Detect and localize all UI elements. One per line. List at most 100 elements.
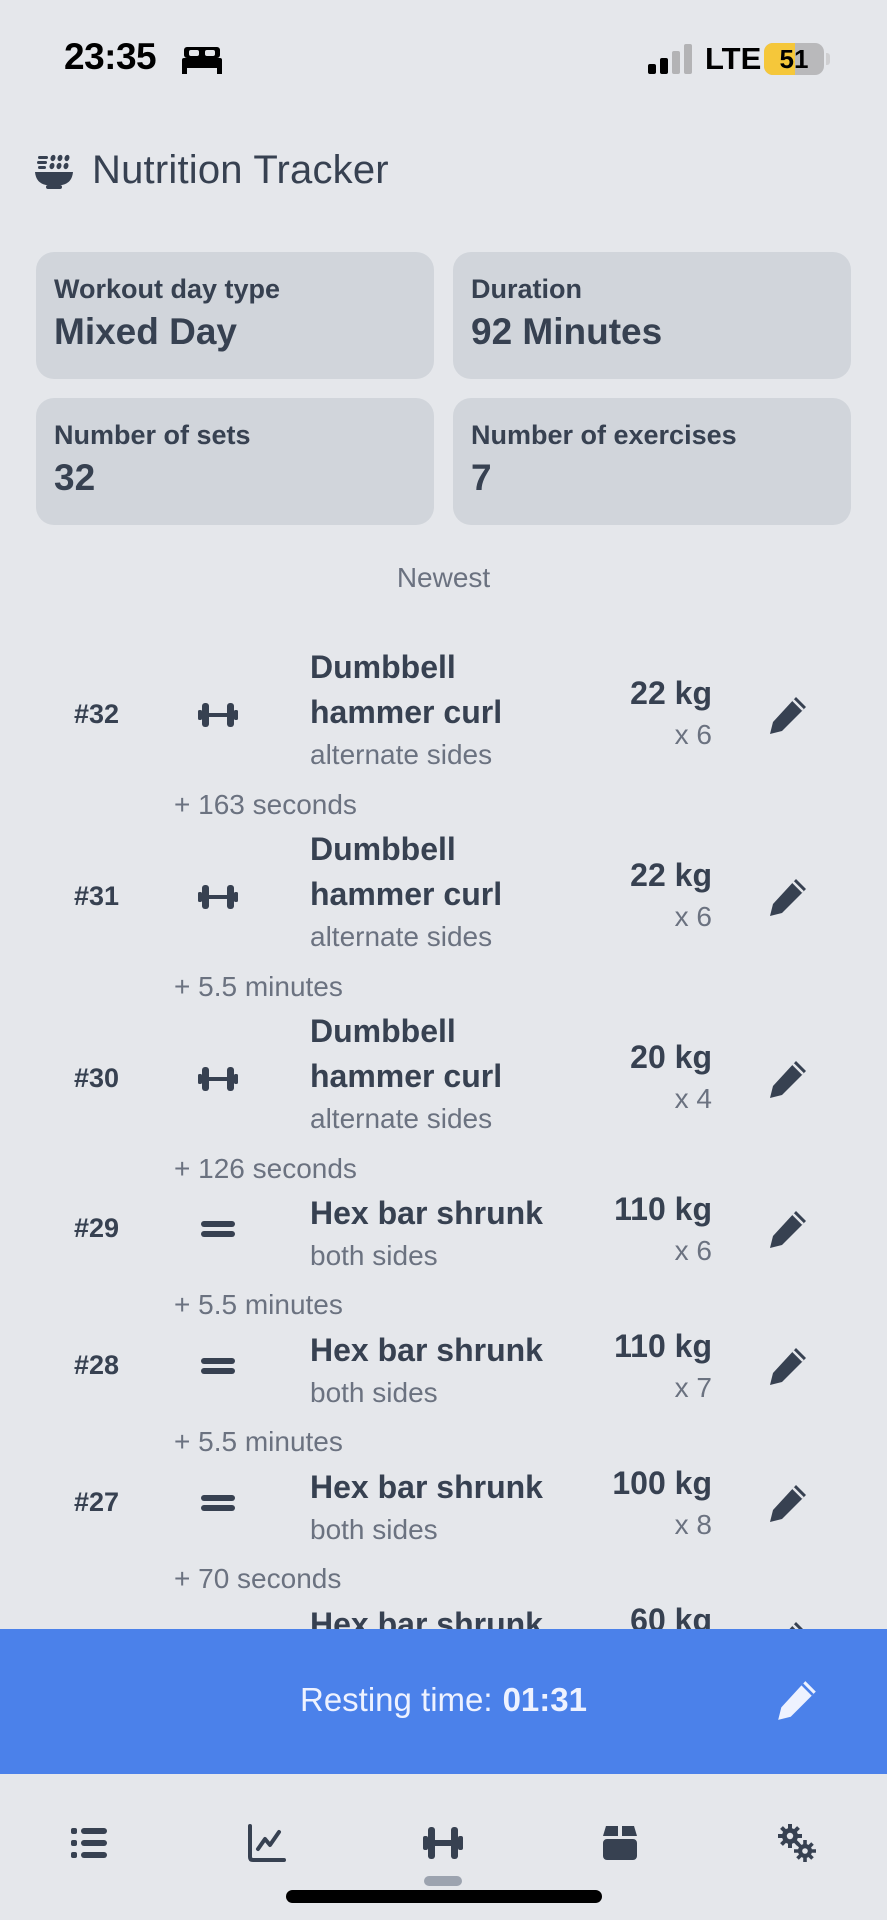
set-number: #30 [74, 1063, 120, 1093]
resting-time-value: 01:31 [502, 1681, 587, 1718]
exercise-name: Hex bar shrunkboth sides [310, 1602, 580, 1630]
set-weight: 100 kg [612, 1465, 712, 1501]
exercise-side: both sides [310, 1377, 438, 1408]
list-icon [71, 1828, 107, 1858]
set-reps: x 7 [674, 1372, 712, 1403]
pencil-icon[interactable] [766, 1481, 810, 1525]
set-row[interactable]: #27 Hex bar shrunk both sides 100 kg x 8 + 70… [0, 1465, 887, 1602]
pencil-icon[interactable] [766, 875, 810, 919]
set-row[interactable]: #26Hex bar shrunkboth sides60 kg [0, 1602, 887, 1630]
exercise-name: Hex bar shrunk both sides [310, 1465, 580, 1550]
set-weight: 20 kg [630, 1039, 712, 1075]
bowl-food-icon [35, 154, 73, 189]
stat-card-duration: Duration 92 Minutes [453, 252, 851, 379]
exercise-side: alternate sides [310, 921, 493, 952]
battery-tip [826, 53, 830, 65]
equals-bar-icon [201, 1358, 235, 1374]
set-weight: 60 kg [630, 1602, 712, 1630]
stat-card-day-type: Workout day type Mixed Day [36, 252, 434, 379]
set-reps: x 4 [674, 1083, 712, 1114]
exercise-title: Dumbbell hammer curl [310, 1013, 503, 1094]
exercise-side: alternate sides [310, 1103, 493, 1134]
pencil-icon[interactable] [766, 1057, 810, 1101]
sort-order-toggle[interactable]: Newest [0, 562, 887, 594]
stat-card-exercises: Number of exercises 7 [453, 398, 851, 525]
app-title: Nutrition Tracker [92, 147, 389, 192]
status-bar: 23:35 LTE 51 [0, 0, 887, 110]
set-reps: x 6 [674, 1235, 712, 1266]
rest-gap-label: + 5.5 minutes [174, 971, 343, 1002]
equals-bar-icon [201, 1221, 235, 1237]
stat-value: 7 [471, 457, 492, 498]
exercise-side: both sides [310, 1514, 438, 1545]
set-reps: x 6 [674, 901, 712, 932]
exercise-title: Hex bar shrunk [310, 1195, 543, 1231]
signal-icon [648, 44, 692, 74]
set-number: #32 [74, 699, 120, 729]
set-row[interactable]: #32 Dumbbell hammer curl alternate sides 22… [0, 645, 887, 827]
set-list[interactable]: #32 Dumbbell hammer curl alternate sides 22… [0, 645, 887, 1630]
set-number: #29 [74, 1213, 120, 1243]
home-indicator[interactable] [286, 1890, 602, 1903]
workout-stats: Workout day type Mixed Day Duration 92 M… [36, 252, 851, 525]
pencil-icon[interactable] [774, 1677, 820, 1723]
set-weight: 110 kg [614, 1191, 712, 1227]
app-header: Nutrition Tracker [34, 140, 389, 200]
gears-icon [778, 1824, 816, 1862]
exercise-title: Dumbbell hammer curl [310, 649, 503, 730]
tab-settings[interactable] [762, 1808, 832, 1878]
exercise-side: both sides [310, 1240, 438, 1271]
set-row[interactable]: #30 Dumbbell hammer curl alternate sides 20… [0, 1009, 887, 1191]
dumbbell-icon [198, 885, 238, 909]
stat-label: Number of exercises [471, 420, 737, 450]
exercise-title: Hex bar shrunk [310, 1332, 543, 1368]
dumbbell-icon [198, 1067, 238, 1091]
exercise-name: Dumbbell hammer curl alternate sides [310, 1009, 580, 1139]
equals-bar-icon [201, 1495, 235, 1511]
network-label: LTE [705, 41, 762, 76]
stat-value: Mixed Day [54, 311, 238, 352]
dumbbell-icon [423, 1827, 463, 1859]
exercise-name: Hex bar shrunk both sides [310, 1191, 580, 1276]
tab-workout[interactable] [408, 1808, 478, 1878]
box-icon [603, 1826, 637, 1860]
battery-icon: 51 [764, 43, 824, 75]
exercise-side: alternate sides [310, 739, 493, 770]
set-row[interactable]: #28 Hex bar shrunk both sides 110 kg x 7 + 5.… [0, 1328, 887, 1465]
set-weight: 22 kg [630, 857, 712, 893]
stat-value: 92 Minutes [471, 311, 663, 352]
stat-label: Workout day type [54, 274, 281, 304]
set-weight: 22 kg [630, 675, 712, 711]
stat-card-sets: Number of sets 32 [36, 398, 434, 525]
chart-line-icon [248, 1824, 286, 1862]
set-row[interactable]: #29 Hex bar shrunk both sides 110 kg x 6 + 5.… [0, 1191, 887, 1328]
pencil-icon[interactable] [766, 693, 810, 737]
rest-gap-label: + 5.5 minutes [174, 1289, 343, 1320]
exercise-title: Hex bar shrunk [310, 1606, 543, 1630]
set-number: #31 [74, 881, 120, 911]
resting-time-label: Resting time: [300, 1681, 493, 1718]
pencil-icon[interactable] [766, 1344, 810, 1388]
exercise-name: Dumbbell hammer curl alternate sides [310, 645, 580, 775]
exercise-title: Hex bar shrunk [310, 1469, 543, 1505]
tab-list[interactable] [54, 1808, 124, 1878]
exercise-name: Dumbbell hammer curl alternate sides [310, 827, 580, 957]
status-time: 23:35 [64, 36, 157, 77]
bed-icon [182, 47, 222, 74]
set-reps: x 6 [674, 719, 712, 750]
stat-label: Duration [471, 274, 582, 304]
pencil-icon[interactable] [766, 1207, 810, 1251]
stat-label: Number of sets [54, 420, 251, 450]
rest-gap-label: + 70 seconds [174, 1563, 342, 1594]
rest-gap-label: + 163 seconds [174, 789, 357, 820]
dumbbell-icon [198, 703, 238, 727]
exercise-name: Hex bar shrunk both sides [310, 1328, 580, 1413]
tab-box[interactable] [585, 1808, 655, 1878]
tab-stats[interactable] [231, 1808, 301, 1878]
resting-time-text: Resting time: 01:31 [0, 1681, 887, 1719]
exercise-title: Dumbbell hammer curl [310, 831, 503, 912]
set-row[interactable]: #31 Dumbbell hammer curl alternate sides 22… [0, 827, 887, 1009]
set-weight: 110 kg [614, 1328, 712, 1364]
battery-percent: 51 [779, 44, 809, 74]
set-number: #27 [74, 1487, 120, 1517]
